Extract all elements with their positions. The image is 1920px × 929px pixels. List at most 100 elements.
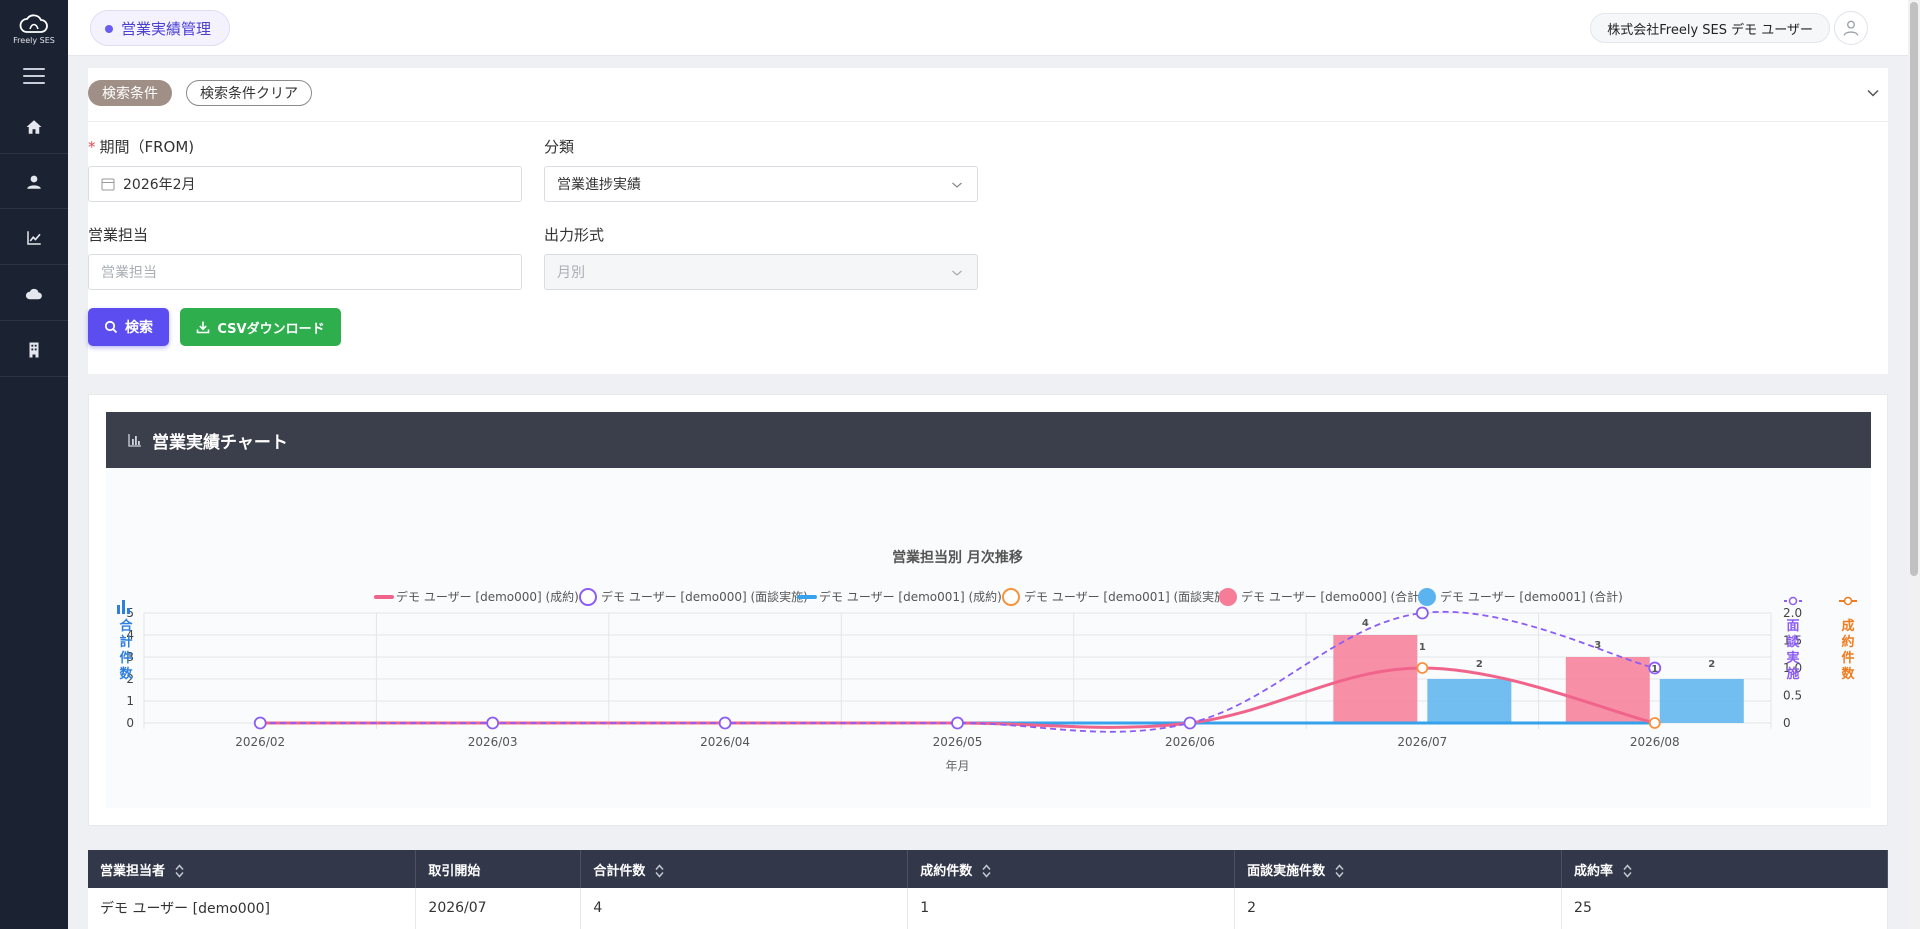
avatar[interactable]: [1834, 11, 1868, 45]
clear-conditions-button[interactable]: 検索条件クリア: [186, 80, 312, 106]
column-header[interactable]: 成約率: [1561, 850, 1888, 888]
table-cell: 2: [1234, 888, 1563, 929]
app-logo[interactable]: Freely SES: [0, 12, 68, 45]
bar-chart-icon: [128, 434, 141, 447]
sidebar: Freely SES: [0, 0, 68, 929]
table-cell: 4: [580, 888, 909, 929]
sort-icon[interactable]: [655, 864, 664, 878]
search-condition-tag[interactable]: 検索条件: [88, 80, 172, 106]
user-icon: [27, 175, 41, 189]
sort-icon[interactable]: [175, 864, 184, 878]
legend-label: デモ ユーザー [demo000] (合計): [1241, 589, 1424, 604]
sidebar-item-cloud[interactable]: [0, 267, 68, 321]
data-label: 4: [1362, 618, 1369, 629]
y-right-tick-label: 0: [1783, 716, 1791, 730]
series-point[interactable]: [718, 716, 732, 730]
chart-bar[interactable]: [1565, 657, 1650, 723]
period-value: 2026年2月: [123, 177, 196, 193]
category-select[interactable]: 営業進捗実績: [544, 166, 978, 202]
column-header-label: 営業担当者: [100, 863, 166, 879]
hamburger-menu-icon[interactable]: [23, 68, 45, 84]
logo-text: Freely SES: [13, 36, 55, 45]
axis-bar-icon: [117, 605, 120, 614]
series-point[interactable]: [253, 716, 267, 730]
user-name-badge[interactable]: 株式会社Freely SES デモ ユーザー: [1590, 13, 1830, 43]
legend-label: デモ ユーザー [demo000] (成約): [396, 589, 579, 604]
output-format-placeholder: 月別: [557, 265, 585, 281]
category-label: 分類: [544, 138, 575, 156]
sidebar-item-user[interactable]: [0, 155, 68, 209]
output-format-select[interactable]: 月別: [544, 254, 978, 290]
top-header: 営業実績管理 株式会社Freely SES デモ ユーザー: [68, 0, 1908, 56]
column-header[interactable]: 取引開始: [415, 850, 582, 888]
column-header[interactable]: 面談実施件数: [1234, 850, 1563, 888]
sort-icon[interactable]: [1335, 864, 1344, 878]
column-header[interactable]: 営業担当者: [88, 850, 417, 888]
data-label: 1: [1419, 642, 1426, 653]
line-chart-icon: [27, 230, 41, 245]
sidebar-item-home[interactable]: [0, 100, 68, 154]
output-format-label: 出力形式: [544, 226, 605, 244]
sort-icon[interactable]: [982, 864, 991, 878]
y-right-axis-title-2: 成約件数: [1841, 618, 1855, 682]
chart-section-header: 営業実績チャート: [106, 412, 1871, 468]
cloud-logo-icon: [19, 14, 48, 33]
x-tick-label: 2026/08: [1630, 735, 1680, 749]
series-point[interactable]: [1415, 606, 1429, 620]
csv-download-button[interactable]: CSVダウンロード: [180, 308, 341, 346]
column-header-label: 合計件数: [593, 863, 646, 879]
data-label: 2: [1708, 659, 1715, 670]
data-label: 2: [1476, 659, 1483, 670]
series-point[interactable]: [1416, 662, 1429, 674]
y-right-tick-label: 2.0: [1783, 606, 1802, 620]
table-body: デモ ユーザー [demo000] 2026/07 4 1 2 25: [88, 888, 1888, 929]
y-right-tick-label: 0.5: [1783, 689, 1802, 703]
legend-swatch: [1219, 588, 1237, 606]
chevron-down-icon: [952, 182, 962, 188]
column-header[interactable]: 合計件数: [580, 850, 909, 888]
legend-swatch: [1002, 588, 1020, 606]
column-header[interactable]: 成約件数: [907, 850, 1236, 888]
table-cell: 1: [907, 888, 1236, 929]
series-point[interactable]: [486, 716, 500, 730]
table-row[interactable]: デモ ユーザー [demo000] 2026/07 4 1 2 25: [88, 888, 1888, 929]
page-title-pill: 営業実績管理: [90, 10, 231, 46]
cloud-icon: [25, 288, 42, 299]
y-left-tick-label: 1: [126, 694, 134, 708]
results-table: 営業担当者 取引開始 合計件数 成約件数 面談実施件数 成約率 デモ ユーザー [demo…: [88, 850, 1888, 929]
sidebar-item-company[interactable]: [0, 323, 68, 377]
legend-label: デモ ユーザー [demo001] (面談実施): [1024, 589, 1231, 604]
chevron-down-icon: [952, 270, 962, 276]
x-tick-label: 2026/07: [1397, 735, 1447, 749]
sales-rep-placeholder: 営業担当: [101, 265, 157, 281]
x-tick-label: 2026/02: [235, 735, 285, 749]
sales-chart[interactable]: 営業担当別 月次推移01234500.51.01.52.02026/02 2026…: [106, 468, 1871, 808]
data-label: 3: [1594, 640, 1601, 651]
chart-section-title: 営業実績チャート: [152, 432, 288, 453]
axis-line-icon: [1843, 596, 1853, 606]
sales-rep-input[interactable]: 営業担当: [88, 254, 522, 290]
search-panel-header: 検索条件 検索条件クリア: [88, 68, 1888, 122]
series-point[interactable]: [1648, 717, 1661, 729]
sidebar-item-chart[interactable]: [0, 211, 68, 265]
home-icon: [26, 119, 42, 134]
legend-label: デモ ユーザー [demo001] (合計): [1440, 589, 1623, 604]
table-cell: デモ ユーザー [demo000]: [88, 888, 417, 929]
period-input[interactable]: 2026年2月: [88, 166, 522, 202]
chart-bar[interactable]: [1427, 679, 1512, 723]
chart-card: 営業実績チャート 営業担当別 月次推移 0 1 2 3 4 5 0 0.5 1.0 1.5 2.0 20…: [88, 394, 1888, 826]
axis-line-icon: [1788, 596, 1798, 606]
status-dot-icon: [105, 25, 113, 33]
sort-icon[interactable]: [1623, 864, 1632, 878]
chart-title: 営業担当別 月次推移: [892, 549, 1023, 566]
series-point[interactable]: [1183, 716, 1197, 730]
chart-bar[interactable]: [1659, 679, 1744, 723]
series-point[interactable]: [951, 716, 964, 730]
y-right-axis-title-1: 面談実施: [1786, 619, 1800, 682]
page-scrollbar[interactable]: [1908, 0, 1920, 929]
search-button[interactable]: 検索: [88, 308, 169, 346]
category-value: 営業進捗実績: [557, 177, 641, 193]
calendar-icon: [101, 178, 115, 191]
scrollbar-thumb[interactable]: [1910, 2, 1918, 576]
chevron-down-icon[interactable]: [1866, 86, 1880, 100]
